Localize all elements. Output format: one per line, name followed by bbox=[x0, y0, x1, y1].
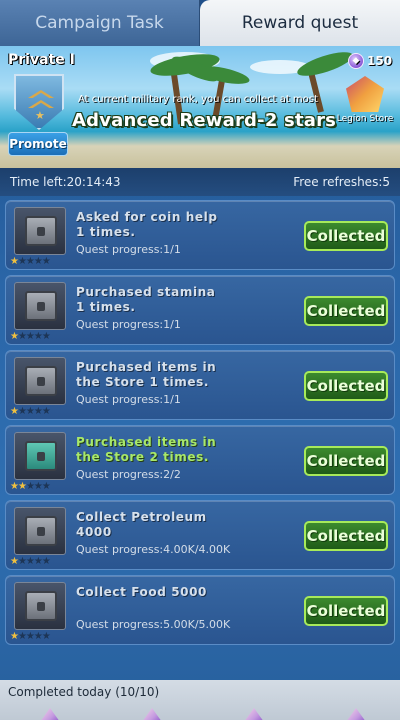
chest-icon bbox=[25, 441, 57, 471]
quest-thumbnail bbox=[14, 282, 66, 330]
star-icon: ★★★★ bbox=[17, 631, 51, 642]
collected-button[interactable]: Collected bbox=[304, 221, 388, 251]
reward-gem-icon bbox=[346, 708, 366, 720]
quest-progress: Quest progress:5.00K/5.00K bbox=[76, 618, 231, 631]
quest-progress: Quest progress:1/1 bbox=[76, 243, 181, 256]
chest-icon bbox=[25, 366, 57, 396]
free-refreshes: Free refreshes:5 bbox=[293, 175, 390, 189]
star-icon: ★★ bbox=[10, 481, 27, 492]
reward-gem-icon bbox=[244, 708, 264, 720]
quest-card: ★★★★★ Purchased stamina 1 times. Quest p… bbox=[5, 275, 395, 345]
gem-coin-icon: ◆ bbox=[348, 53, 364, 69]
quest-thumbnail bbox=[14, 357, 66, 405]
star-icon: ★ bbox=[10, 256, 19, 267]
quest-title: Collect Food 5000 bbox=[76, 585, 208, 599]
quest-card: ★★★★★ Collect Petroleum 4000 Quest progr… bbox=[5, 500, 395, 570]
quest-progress: Quest progress:1/1 bbox=[76, 318, 181, 331]
star-icon: ★ bbox=[10, 406, 19, 417]
collected-button[interactable]: Collected bbox=[304, 446, 388, 476]
quest-card: ★★★★★ Asked for coin help 1 times. Quest… bbox=[5, 200, 395, 270]
quest-stars: ★★★★★ bbox=[10, 556, 51, 567]
chest-icon bbox=[25, 216, 57, 246]
star-icon: ★ bbox=[10, 331, 19, 342]
quest-thumbnail bbox=[14, 207, 66, 255]
quest-stars: ★★★★★ bbox=[10, 481, 51, 492]
legion-store-button[interactable]: Legion Store bbox=[334, 76, 396, 140]
tab-reward-quest[interactable]: Reward quest bbox=[200, 0, 400, 46]
star-icon: ★★★ bbox=[25, 481, 51, 492]
quest-thumbnail bbox=[14, 582, 66, 630]
chevron-stripe bbox=[28, 100, 54, 108]
reward-gem-icon bbox=[142, 708, 162, 720]
quest-progress: Quest progress:1/1 bbox=[76, 393, 181, 406]
chest-icon bbox=[25, 591, 57, 621]
tab-bar: Campaign Task Reward quest bbox=[0, 0, 400, 46]
quest-card: ★★★★★ Purchased items in the Store 1 tim… bbox=[5, 350, 395, 420]
completed-today: Completed today (10/10) bbox=[8, 685, 160, 699]
chevron-stripe bbox=[28, 90, 54, 98]
star-icon: ★★★★ bbox=[17, 331, 51, 342]
time-left: Time left:20:14:43 bbox=[10, 175, 121, 189]
rank-banner: Private I ★ Promote At current military … bbox=[0, 46, 400, 168]
star-icon: ★ bbox=[10, 556, 19, 567]
footer-bar: Completed today (10/10) bbox=[0, 680, 400, 720]
star-icon: ★ bbox=[10, 631, 19, 642]
rank-name: Private I bbox=[8, 52, 75, 68]
star-icon: ★★★★ bbox=[17, 556, 51, 567]
chest-icon bbox=[25, 291, 57, 321]
chest-icon bbox=[25, 516, 57, 546]
collected-button[interactable]: Collected bbox=[304, 371, 388, 401]
quest-info-row: Time left:20:14:43 Free refreshes:5 bbox=[0, 168, 400, 196]
quest-stars: ★★★★★ bbox=[10, 406, 51, 417]
quest-stars: ★★★★★ bbox=[10, 256, 51, 267]
quest-card: ★★★★★ Collect Food 5000 Quest progress:5… bbox=[5, 575, 395, 645]
legion-store-icon bbox=[346, 76, 384, 112]
reward-level-title: Advanced Reward-2 stars bbox=[72, 110, 337, 131]
legion-store-label: Legion Store bbox=[336, 114, 394, 124]
quest-title: Purchased items in the Store 1 times. bbox=[76, 360, 217, 389]
tab-campaign-task[interactable]: Campaign Task bbox=[0, 0, 200, 46]
military-rank-note: At current military rank, you can collec… bbox=[78, 94, 318, 105]
quest-card: ★★★★★ Purchased items in the Store 2 tim… bbox=[5, 425, 395, 495]
quest-thumbnail bbox=[14, 507, 66, 555]
quest-title: Purchased items in the Store 2 times. bbox=[76, 435, 217, 464]
star-icon: ★★★★ bbox=[17, 256, 51, 267]
collected-button[interactable]: Collected bbox=[304, 596, 388, 626]
quest-title: Collect Petroleum 4000 bbox=[76, 510, 207, 539]
reward-gem-icon bbox=[40, 708, 60, 720]
quest-stars: ★★★★★ bbox=[10, 331, 51, 342]
star-icon: ★★★★ bbox=[17, 406, 51, 417]
quest-thumbnail bbox=[14, 432, 66, 480]
quest-progress: Quest progress:2/2 bbox=[76, 468, 181, 481]
coin-balance: ◆ 150 bbox=[348, 50, 398, 72]
rank-star-icon: ★ bbox=[35, 109, 45, 122]
quest-stars: ★★★★★ bbox=[10, 631, 51, 642]
quest-progress: Quest progress:4.00K/4.00K bbox=[76, 543, 231, 556]
rank-chevron-icon: ★ bbox=[14, 74, 64, 130]
promote-button[interactable]: Promote bbox=[8, 132, 68, 156]
quest-title: Asked for coin help 1 times. bbox=[76, 210, 218, 239]
collected-button[interactable]: Collected bbox=[304, 521, 388, 551]
quest-title: Purchased stamina 1 times. bbox=[76, 285, 216, 314]
coin-count: 150 bbox=[367, 54, 393, 68]
collected-button[interactable]: Collected bbox=[304, 296, 388, 326]
